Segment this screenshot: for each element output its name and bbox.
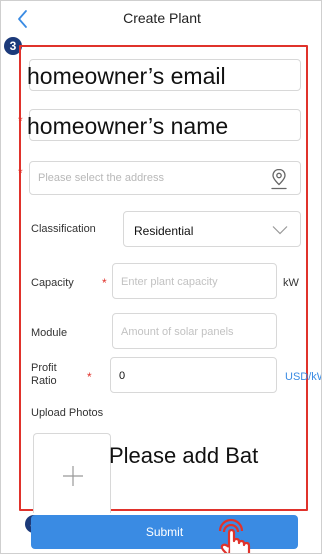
address-field[interactable]: Please select the address: [29, 161, 301, 195]
address-placeholder: Please select the address: [38, 172, 164, 184]
module-input[interactable]: Amount of solar panels: [112, 313, 277, 349]
classification-label: Classification: [31, 223, 96, 235]
module-placeholder: Amount of solar panels: [121, 326, 234, 338]
required-mark: *: [18, 114, 23, 128]
battery-overlay-label: Please add Bat: [109, 443, 259, 468]
tap-hand-icon: [218, 518, 251, 553]
profit-ratio-label: Profit Ratio: [31, 362, 57, 388]
capacity-placeholder: Enter plant capacity: [121, 276, 218, 288]
plus-icon: [63, 466, 83, 486]
location-pin-icon[interactable]: [270, 168, 288, 190]
profit-ratio-input[interactable]: 0: [110, 357, 277, 393]
header-bar: Create Plant: [1, 1, 321, 37]
required-mark: *: [18, 166, 23, 180]
capacity-unit: kW: [283, 277, 299, 289]
module-label: Module: [31, 327, 68, 339]
email-overlay-label: homeowner’s email: [27, 63, 226, 89]
capacity-input[interactable]: Enter plant capacity: [112, 263, 277, 299]
capacity-label: Capacity: [31, 277, 74, 289]
upload-photos-label: Upload Photos: [31, 407, 104, 419]
classification-value: Residential: [134, 224, 194, 238]
create-plant-screen: Create Plant 3 homeowner’s email * homeo…: [0, 0, 322, 554]
page-title: Create Plant: [123, 10, 201, 26]
name-overlay-label: homeowner’s name: [27, 113, 229, 139]
required-mark: *: [87, 370, 92, 384]
submit-button[interactable]: Submit: [31, 515, 298, 549]
profit-label-line2: Ratio: [31, 375, 57, 387]
classification-select[interactable]: Residential: [123, 211, 301, 247]
add-photo-button[interactable]: [33, 433, 111, 513]
profit-ratio-value: 0: [119, 370, 126, 382]
chevron-down-icon: [272, 226, 288, 235]
profit-label-line1: Profit: [31, 362, 57, 374]
required-mark: *: [102, 276, 107, 290]
submit-label: Submit: [145, 525, 184, 539]
profit-ratio-unit: USD/kWh: [285, 371, 321, 383]
